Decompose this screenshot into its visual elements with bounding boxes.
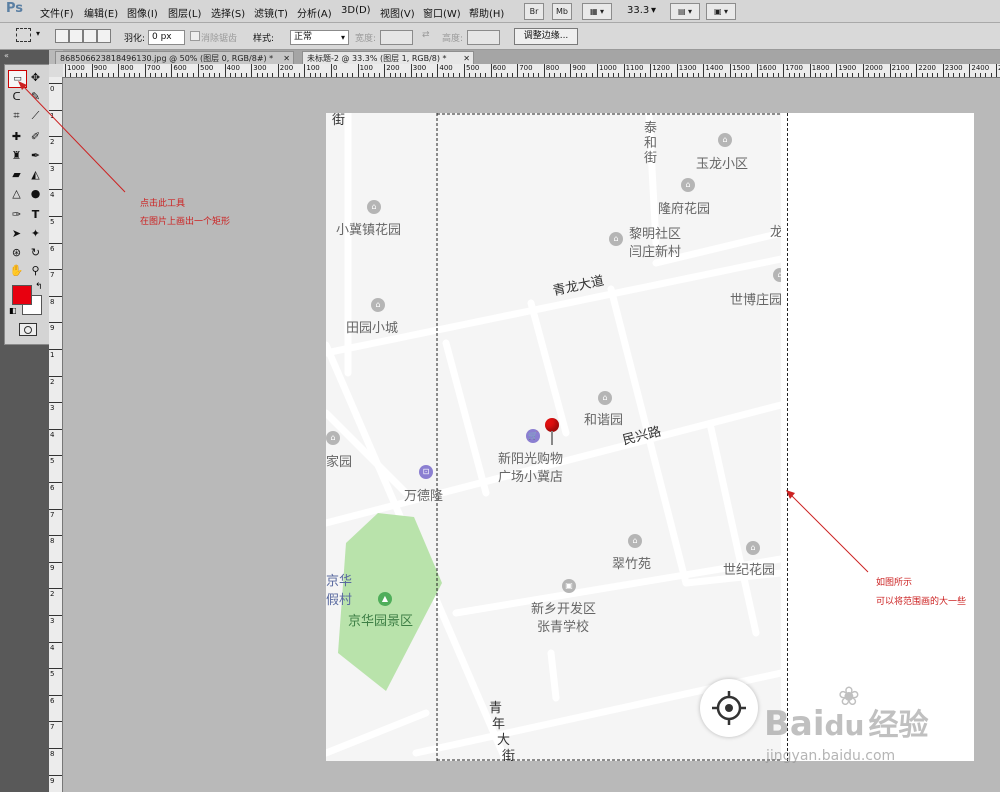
baidu-url: jingyan.baidu.com <box>766 748 896 764</box>
baidu-brand-suffix: 经验 <box>868 708 929 743</box>
baidu-watermark: ❀ Baidu 经验 jingyan.baidu.com <box>760 678 980 778</box>
baidu-brand-part2: du <box>824 709 865 742</box>
instruction-note-2-line1: 如图所示 <box>876 578 913 588</box>
baidu-brand-part1: Bai <box>764 704 825 744</box>
instruction-note-2-line2: 可以将范围画的大一些 <box>876 597 967 607</box>
foreground-color-swatch[interactable] <box>12 285 32 305</box>
annotation-arrows <box>18 81 869 573</box>
baidu-brand-text: Baidu 经验 <box>764 700 929 744</box>
